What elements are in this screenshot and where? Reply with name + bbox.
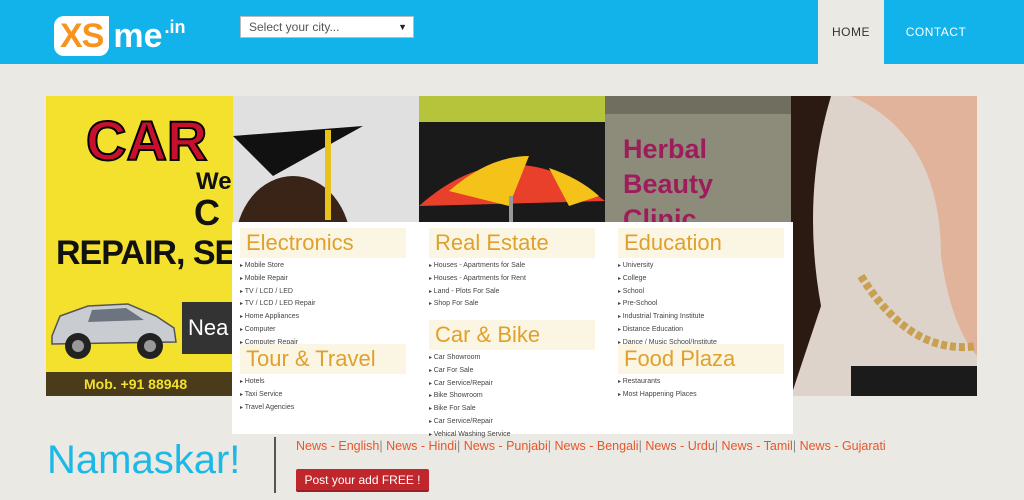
category-link[interactable]: Pre-School [618,298,717,311]
category-link[interactable]: Shop For Sale [429,298,526,311]
separator: | [792,439,800,453]
herbal-line: Herbal [623,134,708,164]
category-link[interactable]: Home Appliances [240,311,316,324]
car-image [51,303,177,359]
category-title-car-bike[interactable]: Car & Bike [429,320,595,350]
category-link[interactable]: Car Service/Repair [429,416,510,429]
category-title-tour-travel[interactable]: Tour & Travel [240,344,406,374]
category-link[interactable]: Bike For Sale [429,403,510,416]
city-select[interactable]: Select your city... ▼ [240,16,414,38]
news-link-tamil[interactable]: News - Tamil [722,439,793,453]
category-link[interactable]: Houses - Apartments for Sale [429,260,526,273]
news-link-english[interactable]: News - English [296,439,379,453]
logo-xs: XS [54,16,110,56]
herbal-line: Beauty [623,169,714,199]
category-list-education: University College School Pre-School Ind… [618,260,717,350]
city-select-value: Select your city... [249,20,340,34]
category-title-electronics[interactable]: Electronics [240,228,406,258]
news-link-hindi[interactable]: News - Hindi [386,439,457,453]
category-link[interactable]: College [618,273,717,286]
post-ad-button[interactable]: Post your add FREE ! [296,469,429,492]
category-list-electronics: Mobile Store Mobile Repair TV / LCD / LE… [240,260,316,350]
category-list-car-bike: Car Showroom Car For Sale Car Service/Re… [429,352,511,442]
vertical-divider [274,437,276,493]
category-link[interactable]: TV / LCD / LED Repair [240,298,316,311]
separator: | [456,439,464,453]
banner-car-repair: REPAIR, SER [56,234,233,272]
category-link[interactable]: Car Showroom [429,352,510,365]
news-link-gujarati[interactable]: News - Gujarati [800,439,886,453]
category-title-real-estate[interactable]: Real Estate [429,228,595,258]
banner-car-heading: CAR [85,108,208,173]
separator: | [547,439,555,453]
category-list-tour-travel: Hotels Taxi Service Travel Agencies [240,376,295,415]
site-logo[interactable]: XS me .in [54,14,186,56]
category-link[interactable]: Car Service/Repair [429,378,510,391]
category-link[interactable]: Car For Sale [429,365,510,378]
category-list-food-plaza: Restaurants Most Happening Places [618,376,697,402]
category-link[interactable]: Land - Plots For Sale [429,286,526,299]
greeting-heading: Namaskar! [47,438,241,482]
category-link[interactable]: Hotels [240,376,294,389]
category-title-food-plaza[interactable]: Food Plaza [618,344,784,374]
nav-home[interactable]: HOME [818,0,884,64]
news-link-punjabi[interactable]: News - Punjabi [464,439,548,453]
category-link[interactable]: Industrial Training Institute [618,311,717,324]
banner-top-band [605,96,791,114]
banner-panel-model [791,96,977,396]
category-link[interactable]: School [618,286,717,299]
category-link[interactable]: Most Happening Places [618,389,697,402]
category-link[interactable]: Computer [240,324,316,337]
site-header: XS me .in Select your city... ▼ HOME CON… [0,0,1024,64]
category-link[interactable]: Taxi Service [240,389,294,402]
category-title-education[interactable]: Education [618,228,784,258]
nav-contact[interactable]: CONTACT [884,0,988,64]
news-link-urdu[interactable]: News - Urdu [645,439,714,453]
separator: | [714,439,722,453]
banner-car-mobile: Mob. +91 88948 [46,372,233,396]
banner-panel-car: CAR We C REPAIR, SER Nea Mob. +91 88948 [46,96,233,396]
category-link[interactable]: Mobile Store [240,260,316,273]
banner-car-c: C [194,192,220,233]
category-link[interactable]: Mobile Repair [240,273,316,286]
category-link[interactable]: University [618,260,717,273]
category-panel: Electronics Mobile Store Mobile Repair T… [232,222,793,438]
category-link[interactable]: Distance Education [618,324,717,337]
banner-car-near: Nea [182,302,233,354]
logo-dotin: .in [164,17,186,37]
category-list-real-estate: Houses - Apartments for Sale Houses - Ap… [429,260,526,311]
news-links: News - English| News - Hindi| News - Pun… [296,439,886,453]
category-link[interactable]: Houses - Apartments for Rent [429,273,526,286]
logo-me: me [113,17,163,55]
chevron-down-icon: ▼ [398,22,407,32]
category-link[interactable]: Restaurants [618,376,697,389]
news-link-bengali[interactable]: News - Bengali [555,439,639,453]
category-link[interactable]: Bike Showroom [429,390,510,403]
model-image [791,96,977,396]
category-link[interactable]: TV / LCD / LED [240,286,316,299]
category-link[interactable]: Travel Agencies [240,402,295,415]
